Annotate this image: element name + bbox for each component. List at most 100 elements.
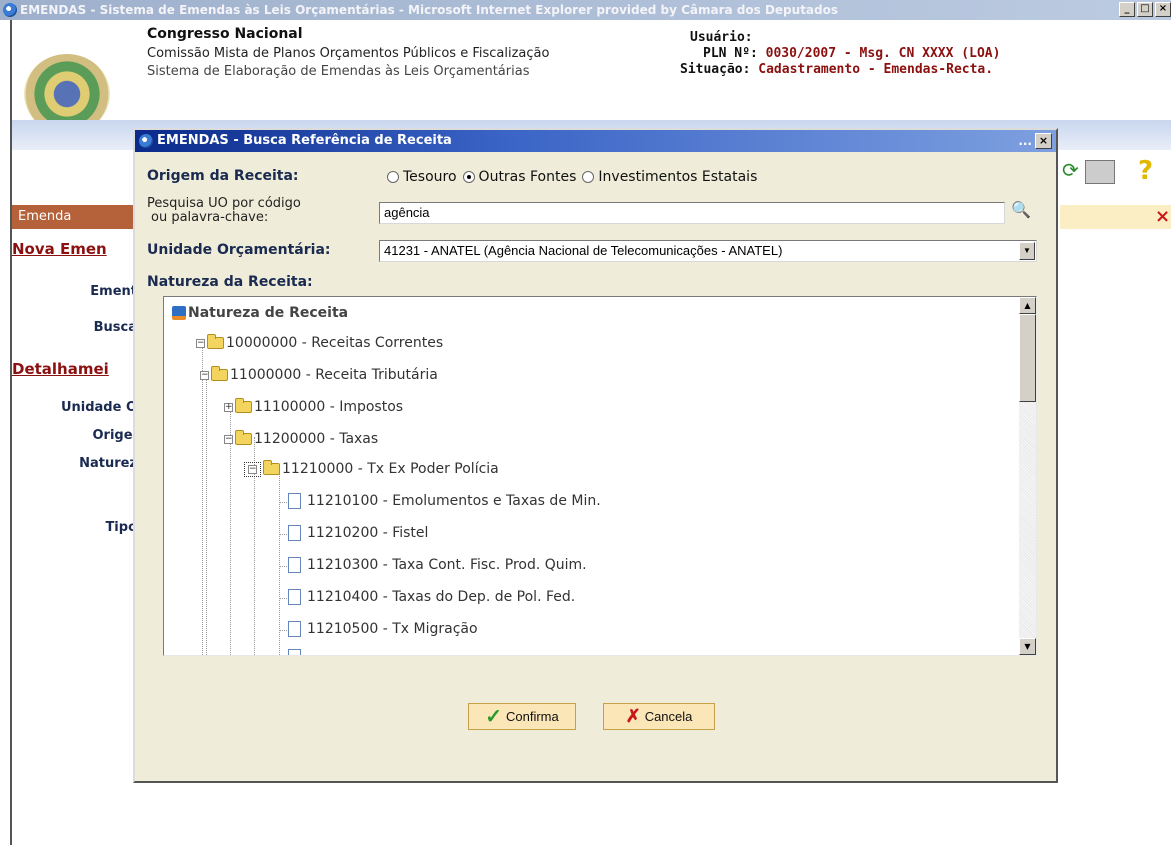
tree-node-label: 11210400 - Taxas do Dep. de Pol. Fed. — [307, 589, 576, 605]
tree-connector — [206, 373, 207, 655]
tree-connector — [279, 630, 287, 631]
tree-node[interactable]: − 11200000 - Taxas — [224, 430, 379, 447]
tree-connector — [279, 469, 280, 655]
tree-root[interactable]: Natureza de Receita — [172, 305, 348, 321]
pln-label: PLN Nº: — [703, 46, 758, 61]
tree-node-selected[interactable]: − 11210000 - Tx Ex Poder Polícia — [244, 460, 499, 477]
radio-investimentos[interactable]: Investimentos Estatais — [582, 169, 757, 185]
unidade-label: Unidade O — [60, 400, 137, 415]
tree-scrollbar[interactable]: ▲ ▼ — [1019, 297, 1036, 655]
search-input[interactable]: agência — [379, 202, 1005, 224]
document-icon — [288, 649, 301, 655]
document-icon — [288, 589, 301, 605]
radio-outras-fontes-label: Outras Fontes — [478, 169, 577, 185]
expand-icon[interactable]: + — [224, 402, 233, 412]
window-titlebar: EMENDAS - Sistema de Emendas às Leis Orç… — [0, 0, 1171, 20]
status-info: Situação: Cadastramento - Emendas-Recta. — [680, 62, 993, 77]
tree-node-label: 11210100 - Emolumentos e Taxas de Min. — [307, 493, 601, 509]
tree-connector — [279, 534, 287, 535]
org-name: Congresso Nacional — [147, 26, 303, 42]
emenda-tab[interactable]: Emenda — [12, 205, 137, 229]
collapse-icon[interactable]: − — [248, 464, 257, 474]
dialog-titlebar: EMENDAS - Busca Referência de Receita ..… — [135, 130, 1056, 152]
radio-circle[interactable] — [387, 171, 399, 183]
folder-open-icon — [207, 334, 224, 349]
radio-tesouro[interactable]: Tesouro — [387, 169, 457, 185]
radio-circle[interactable] — [462, 171, 475, 183]
confirm-button-label: Confirma — [506, 709, 559, 724]
close-icon[interactable]: × — [1155, 206, 1170, 227]
window-title: EMENDAS - Sistema de Emendas às Leis Orç… — [20, 3, 839, 17]
dialog-dots: ... — [1018, 134, 1032, 148]
pesquisa-label-line1: Pesquisa UO por código — [147, 196, 301, 211]
folder-icon — [235, 398, 252, 413]
dialog-close-button[interactable]: × — [1035, 133, 1052, 149]
focus-box: − — [244, 461, 261, 477]
unidade-select[interactable]: 41231 - ANATEL (Agência Nacional de Tele… — [379, 240, 1037, 262]
confirm-button[interactable]: ✓ Confirma — [468, 703, 576, 730]
tree-node-label: 11210500 - Tx Migração — [307, 621, 478, 637]
radio-circle[interactable] — [582, 171, 595, 183]
tree-node-label: 11210000 - Tx Ex Poder Polícia — [282, 461, 499, 477]
tree-node-label: 11200000 - Taxas — [254, 431, 379, 447]
natureza-label: Naturez — [79, 456, 137, 471]
radio-tesouro-label: Tesouro — [403, 169, 457, 185]
scroll-up-icon[interactable]: ▲ — [1019, 297, 1036, 314]
collapse-icon[interactable]: − — [200, 370, 209, 380]
x-icon: ✗ — [625, 706, 641, 726]
committee-name: Comissão Mista de Planos Orçamentos Públ… — [147, 46, 550, 61]
tree-node[interactable]: − 10000000 - Receitas Correntes — [196, 334, 444, 351]
chevron-down-icon[interactable]: ▼ — [1019, 242, 1035, 260]
minimize-button[interactable]: _ — [1119, 2, 1135, 17]
help-icon[interactable]: ? — [1138, 156, 1153, 186]
tree-connector — [202, 341, 203, 655]
origem-receita-label: Origem da Receita: — [147, 168, 299, 184]
tree-node[interactable]: + 11100000 - Impostos — [224, 398, 403, 415]
tree-node-label: 11000000 - Receita Tributária — [230, 367, 438, 383]
origem-radio-group: Tesouro Outras Fontes Investimentos Esta… — [387, 169, 763, 185]
maximize-button[interactable]: □ — [1137, 2, 1153, 17]
status-value: Cadastramento - Emendas-Recta. — [758, 62, 994, 77]
document-icon — [288, 557, 301, 573]
tree-connector — [279, 502, 287, 503]
root-node-icon — [172, 306, 186, 320]
checkmark-icon: ✓ — [485, 706, 502, 728]
natureza-receita-label: Natureza da Receita: — [147, 274, 313, 290]
scrollbar-thumb[interactable] — [1019, 314, 1036, 402]
close-window-button[interactable]: × — [1155, 2, 1171, 17]
document-icon — [288, 493, 301, 509]
collapse-icon[interactable]: − — [196, 338, 205, 348]
nova-emenda-link[interactable]: Nova Emen — [12, 240, 107, 258]
ementa-label: Ement — [90, 284, 137, 299]
cancel-button[interactable]: ✗ Cancela — [603, 703, 715, 730]
pln-info: PLN Nº: 0030/2007 - Msg. CN XXXX (LOA) — [703, 46, 1000, 61]
folder-open-icon — [263, 460, 280, 475]
tree-connector — [279, 598, 287, 599]
cancel-button-label: Cancela — [644, 709, 693, 724]
search-icon[interactable]: 🔍 — [1011, 200, 1031, 219]
tree-node[interactable]: − 11000000 - Receita Tributária — [200, 366, 438, 383]
collapse-icon[interactable]: − — [224, 434, 233, 444]
tree-leaf[interactable]: 11210100 - Emolumentos e Taxas de Min. — [288, 493, 601, 509]
system-name: Sistema de Elaboração de Emendas às Leis… — [147, 64, 530, 79]
detalhamento-link[interactable]: Detalhamei — [12, 360, 109, 378]
scroll-down-icon[interactable]: ▼ — [1019, 638, 1036, 655]
pln-value: 0030/2007 - Msg. CN XXXX (LOA) — [765, 46, 1001, 61]
natureza-tree[interactable]: Natureza de Receita − 10000000 - Receita… — [163, 296, 1037, 656]
tree-leaf[interactable]: 11210400 - Taxas do Dep. de Pol. Fed. — [288, 589, 575, 605]
refresh-icon[interactable]: ⟳ — [1062, 158, 1079, 182]
tree-root-label: Natureza de Receita — [188, 305, 349, 321]
tree-node-label: 10000000 - Receitas Correntes — [226, 335, 444, 351]
pesquisa-label-line2: ou palavra-chave: — [151, 210, 269, 225]
pesquisa-label: Pesquisa UO por código ou palavra-chave: — [147, 197, 301, 225]
tree-leaf[interactable]: 11210200 - Fistel — [288, 525, 428, 541]
document-icon — [288, 621, 301, 637]
tipo-label: Tipo — [105, 520, 137, 535]
tree-leaf[interactable]: 11210300 - Taxa Cont. Fisc. Prod. Quim. — [288, 557, 587, 573]
tree-leaf[interactable] — [288, 649, 305, 655]
tree-leaf[interactable]: 11210500 - Tx Migração — [288, 621, 478, 637]
radio-outras-fontes[interactable]: Outras Fontes — [462, 169, 577, 185]
ie-logo-icon — [139, 134, 153, 148]
print-icon[interactable] — [1085, 160, 1115, 184]
tree-connector — [279, 566, 287, 567]
